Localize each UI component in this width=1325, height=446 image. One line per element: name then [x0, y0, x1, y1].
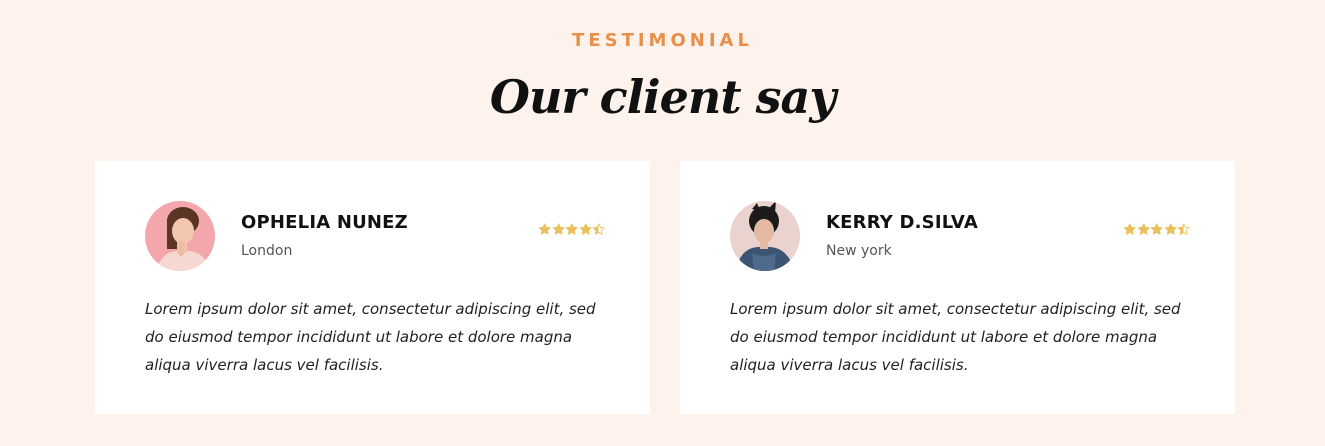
star-half-icon — [592, 223, 605, 235]
star-full-icon — [1123, 223, 1136, 235]
testimonial-quote: Lorem ipsum dolor sit amet, consectetur … — [730, 300, 1181, 374]
avatar-image — [145, 201, 215, 271]
star-full-icon — [1150, 223, 1163, 235]
star-full-icon — [1137, 223, 1150, 235]
client-location: New york — [826, 243, 892, 259]
client-name: KERRY D.SILVA — [826, 212, 978, 233]
star-full-icon — [1164, 223, 1177, 235]
star-full-icon — [565, 223, 578, 235]
avatar — [730, 201, 800, 271]
star-half-icon — [1177, 223, 1190, 235]
testimonial-card: KERRY D.SILVA New york Lorem ipsum dolor… — [680, 161, 1235, 414]
star-full-icon — [538, 223, 551, 235]
section-title: Our client say — [489, 70, 836, 124]
star-full-icon — [552, 223, 565, 235]
avatar — [145, 201, 215, 271]
client-name: OPHELIA NUNEZ — [241, 212, 408, 233]
star-rating — [1123, 223, 1191, 236]
star-full-icon — [579, 223, 592, 235]
client-location: London — [241, 243, 293, 259]
avatar-image — [730, 201, 800, 271]
testimonial-card: OPHELIA NUNEZ London Lorem ipsum dolor s… — [95, 161, 650, 414]
star-rating — [538, 223, 606, 236]
section-eyebrow: TESTIMONIAL — [572, 30, 753, 51]
testimonial-quote: Lorem ipsum dolor sit amet, consectetur … — [145, 300, 596, 374]
